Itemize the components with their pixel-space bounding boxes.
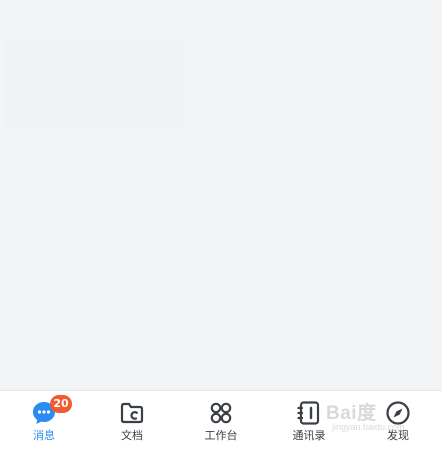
tab-label-messages: 消息 — [33, 429, 55, 442]
main-content-area — [0, 0, 442, 390]
tab-contacts[interactable]: 通讯录 — [274, 391, 344, 451]
tab-discover[interactable]: 发现 — [363, 391, 433, 451]
folder-doc-icon — [118, 399, 146, 427]
apps-grid-icon — [207, 399, 235, 427]
tab-documents[interactable]: 文档 — [97, 391, 167, 451]
compass-icon — [384, 399, 412, 427]
contacts-book-icon — [295, 399, 323, 427]
tab-label-documents: 文档 — [121, 429, 143, 442]
placeholder-card — [4, 40, 184, 128]
unread-count-badge: 20 — [50, 395, 72, 413]
tab-label-contacts: 通讯录 — [292, 429, 326, 442]
tab-label-workbench: 工作台 — [204, 429, 238, 442]
tab-workbench[interactable]: 工作台 — [186, 391, 256, 451]
tab-label-discover: 发现 — [387, 429, 409, 442]
